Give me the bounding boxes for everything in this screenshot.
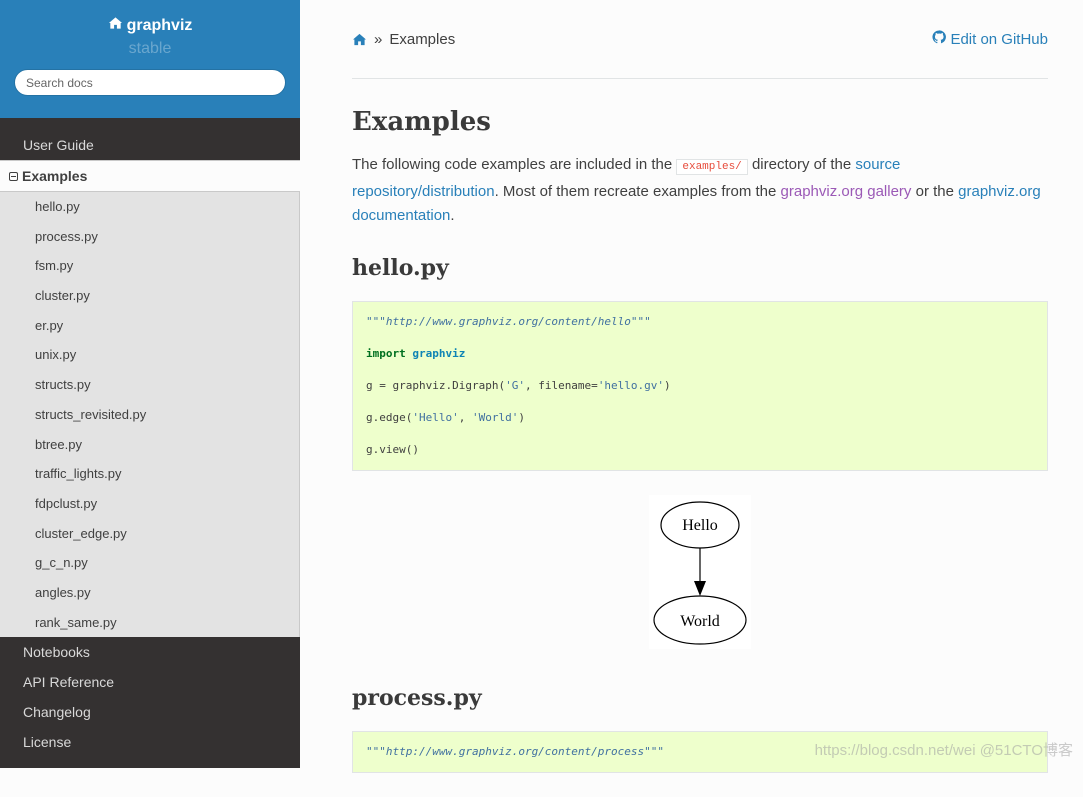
breadcrumb: » Examples Edit on GitHub <box>352 0 1048 79</box>
nav-subitem[interactable]: traffic_lights.py <box>0 459 299 489</box>
watermark: https://blog.csdn.net/wei @51CTO博客 <box>814 742 1073 759</box>
nav-subitem[interactable]: structs_revisited.py <box>0 400 299 430</box>
nav-subitem[interactable]: unix.py <box>0 340 299 370</box>
version-label: stable <box>128 40 172 57</box>
nav-subitem[interactable]: btree.py <box>0 430 299 460</box>
nav-item-label: Examples <box>22 168 88 184</box>
code-text: g.edge( <box>366 410 413 424</box>
nav-item-examples[interactable]: Examples <box>0 160 300 192</box>
edit-on-github-link[interactable]: Edit on GitHub <box>932 30 1048 48</box>
nav-item-changelog[interactable]: Changelog <box>0 697 300 727</box>
nav-subitem[interactable]: process.py <box>0 222 299 252</box>
graph-node-label: Hello <box>682 517 718 534</box>
inline-code: examples/ <box>676 159 748 175</box>
graph-node-label: World <box>680 613 720 630</box>
hello-world-graph: Hello World <box>649 494 751 649</box>
intro-text: . <box>450 207 455 224</box>
string-literal: 'World' <box>471 410 519 424</box>
nav-subitem[interactable]: structs.py <box>0 370 299 400</box>
code-text: ) <box>518 410 525 424</box>
collapse-icon[interactable] <box>9 171 18 181</box>
nav-subitem[interactable]: cluster_edge.py <box>0 519 299 549</box>
github-icon <box>932 30 947 48</box>
search-input[interactable] <box>14 69 286 96</box>
graph-image: Hello World <box>352 494 1048 649</box>
gallery-link[interactable]: graphviz.org gallery <box>781 183 912 200</box>
nav-item-license[interactable]: License <box>0 727 300 757</box>
section-title-hello: hello.py <box>352 254 449 281</box>
code-text: ) <box>664 378 671 392</box>
nav-menu: User Guide Examples hello.py process.py … <box>0 130 300 757</box>
nav-item-notebooks[interactable]: Notebooks <box>0 637 300 667</box>
intro-text: . Most of them recreate examples from th… <box>494 182 781 200</box>
string-literal: 'Hello' <box>412 410 459 424</box>
nav-item-user-guide[interactable]: User Guide <box>0 130 300 160</box>
main-content: » Examples Edit on GitHub Examples The f… <box>352 0 1048 797</box>
code-text: g.view() <box>366 442 419 456</box>
code-text: g = graphviz.Digraph( <box>366 378 506 392</box>
nav-item-api-reference[interactable]: API Reference <box>0 667 300 697</box>
nav-subitem[interactable]: cluster.py <box>0 281 299 311</box>
intro-text: The following code examples are included… <box>352 156 677 173</box>
nav-submenu: hello.py process.py fsm.py cluster.py er… <box>0 192 300 638</box>
keyword: import <box>366 346 406 360</box>
intro-text: directory of the <box>747 156 856 173</box>
string-literal: 'hello.gv' <box>597 378 665 392</box>
home-icon[interactable] <box>352 33 367 46</box>
nav-subitem[interactable]: angles.py <box>0 578 299 608</box>
section-title-process: process.py <box>352 684 482 711</box>
breadcrumb-separator: » <box>374 30 383 48</box>
nav-subitem[interactable]: fdpclust.py <box>0 489 299 519</box>
home-icon <box>108 16 123 35</box>
project-name: graphviz <box>126 16 193 34</box>
sidebar: graphviz stable User Guide Examples hell… <box>0 0 300 768</box>
intro-paragraph: The following code examples are included… <box>352 153 1048 229</box>
nav-subitem[interactable]: hello.py <box>0 192 299 222</box>
page-title: Examples <box>352 107 491 137</box>
edit-on-github-label: Edit on GitHub <box>950 30 1048 48</box>
graph-arrowhead <box>694 580 706 596</box>
sidebar-header: graphviz stable <box>0 0 300 118</box>
string-literal: 'G' <box>505 378 525 392</box>
nav-subitem[interactable]: er.py <box>0 311 299 341</box>
code-block-hello: """http://www.graphviz.org/content/hello… <box>352 300 1048 471</box>
nav-subitem[interactable]: fsm.py <box>0 251 299 281</box>
code-text: , filename= <box>524 378 598 392</box>
project-link[interactable]: graphviz <box>0 0 300 35</box>
module-name: graphviz <box>412 346 466 360</box>
docstring: """http://www.graphviz.org/content/hello… <box>366 314 651 328</box>
nav-subitem[interactable]: g_c_n.py <box>0 548 299 578</box>
breadcrumb-current: Examples <box>389 30 456 48</box>
nav-subitem[interactable]: rank_same.py <box>0 608 299 638</box>
docstring: """http://www.graphviz.org/content/proce… <box>366 744 665 758</box>
code-text: , <box>458 410 472 424</box>
intro-text: or the <box>911 182 959 200</box>
nav-bottom: Notebooks API Reference Changelog Licens… <box>0 637 300 757</box>
